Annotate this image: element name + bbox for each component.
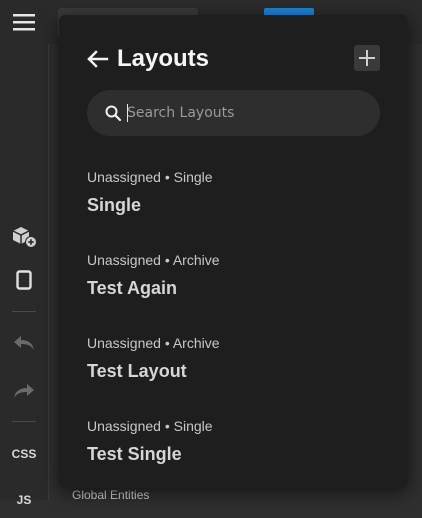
layout-name: Test Again xyxy=(87,278,178,298)
css-button[interactable]: CSS xyxy=(0,436,48,472)
mobile-device-icon xyxy=(16,270,32,290)
tool-sidebar: CSS JS xyxy=(0,0,49,507)
layout-meta: Unassigned • Archive xyxy=(87,335,220,351)
add-block-button[interactable] xyxy=(0,218,48,254)
add-block-icon xyxy=(12,227,37,248)
js-label: JS xyxy=(16,493,32,507)
layout-item[interactable]: Unassigned • Archive Test Again xyxy=(87,248,380,331)
undo-button[interactable] xyxy=(0,325,48,361)
layout-name: Test Layout xyxy=(87,361,187,381)
search-bar xyxy=(87,90,380,136)
layout-name: Test Single xyxy=(87,444,182,464)
add-layout-button[interactable] xyxy=(354,45,380,71)
redo-button[interactable] xyxy=(0,373,48,409)
panel-title: Layouts xyxy=(117,45,210,72)
layout-name: Single xyxy=(87,195,142,215)
layout-meta: Unassigned • Single xyxy=(87,418,213,434)
search-input[interactable] xyxy=(127,90,357,136)
device-preview-button[interactable] xyxy=(0,262,48,298)
arrow-left-icon xyxy=(87,50,109,68)
plus-icon xyxy=(359,50,375,66)
back-button[interactable] xyxy=(87,47,111,71)
layout-item[interactable]: Unassigned • Archive Test Layout xyxy=(87,331,380,414)
layout-meta: Unassigned • Single xyxy=(87,169,213,185)
js-button[interactable]: JS xyxy=(0,482,48,518)
layouts-list: Unassigned • Single Single Unassigned • … xyxy=(87,165,380,497)
menu-icon xyxy=(13,14,35,31)
layout-meta: Unassigned • Archive xyxy=(87,252,220,268)
undo-icon xyxy=(14,336,34,350)
redo-icon xyxy=(14,384,34,398)
layout-item[interactable]: Unassigned • Single Test Single xyxy=(87,414,380,497)
search-icon xyxy=(105,105,121,121)
menu-button[interactable] xyxy=(0,4,48,40)
panel-header: Layouts xyxy=(87,43,380,77)
sidebar-divider xyxy=(12,421,36,422)
layouts-panel: Layouts Unassigned • Single Single Unass… xyxy=(59,15,408,488)
css-label: CSS xyxy=(11,447,37,461)
text-cursor xyxy=(127,104,128,122)
sidebar-divider xyxy=(12,311,36,312)
layout-item[interactable]: Unassigned • Single Single xyxy=(87,165,380,248)
